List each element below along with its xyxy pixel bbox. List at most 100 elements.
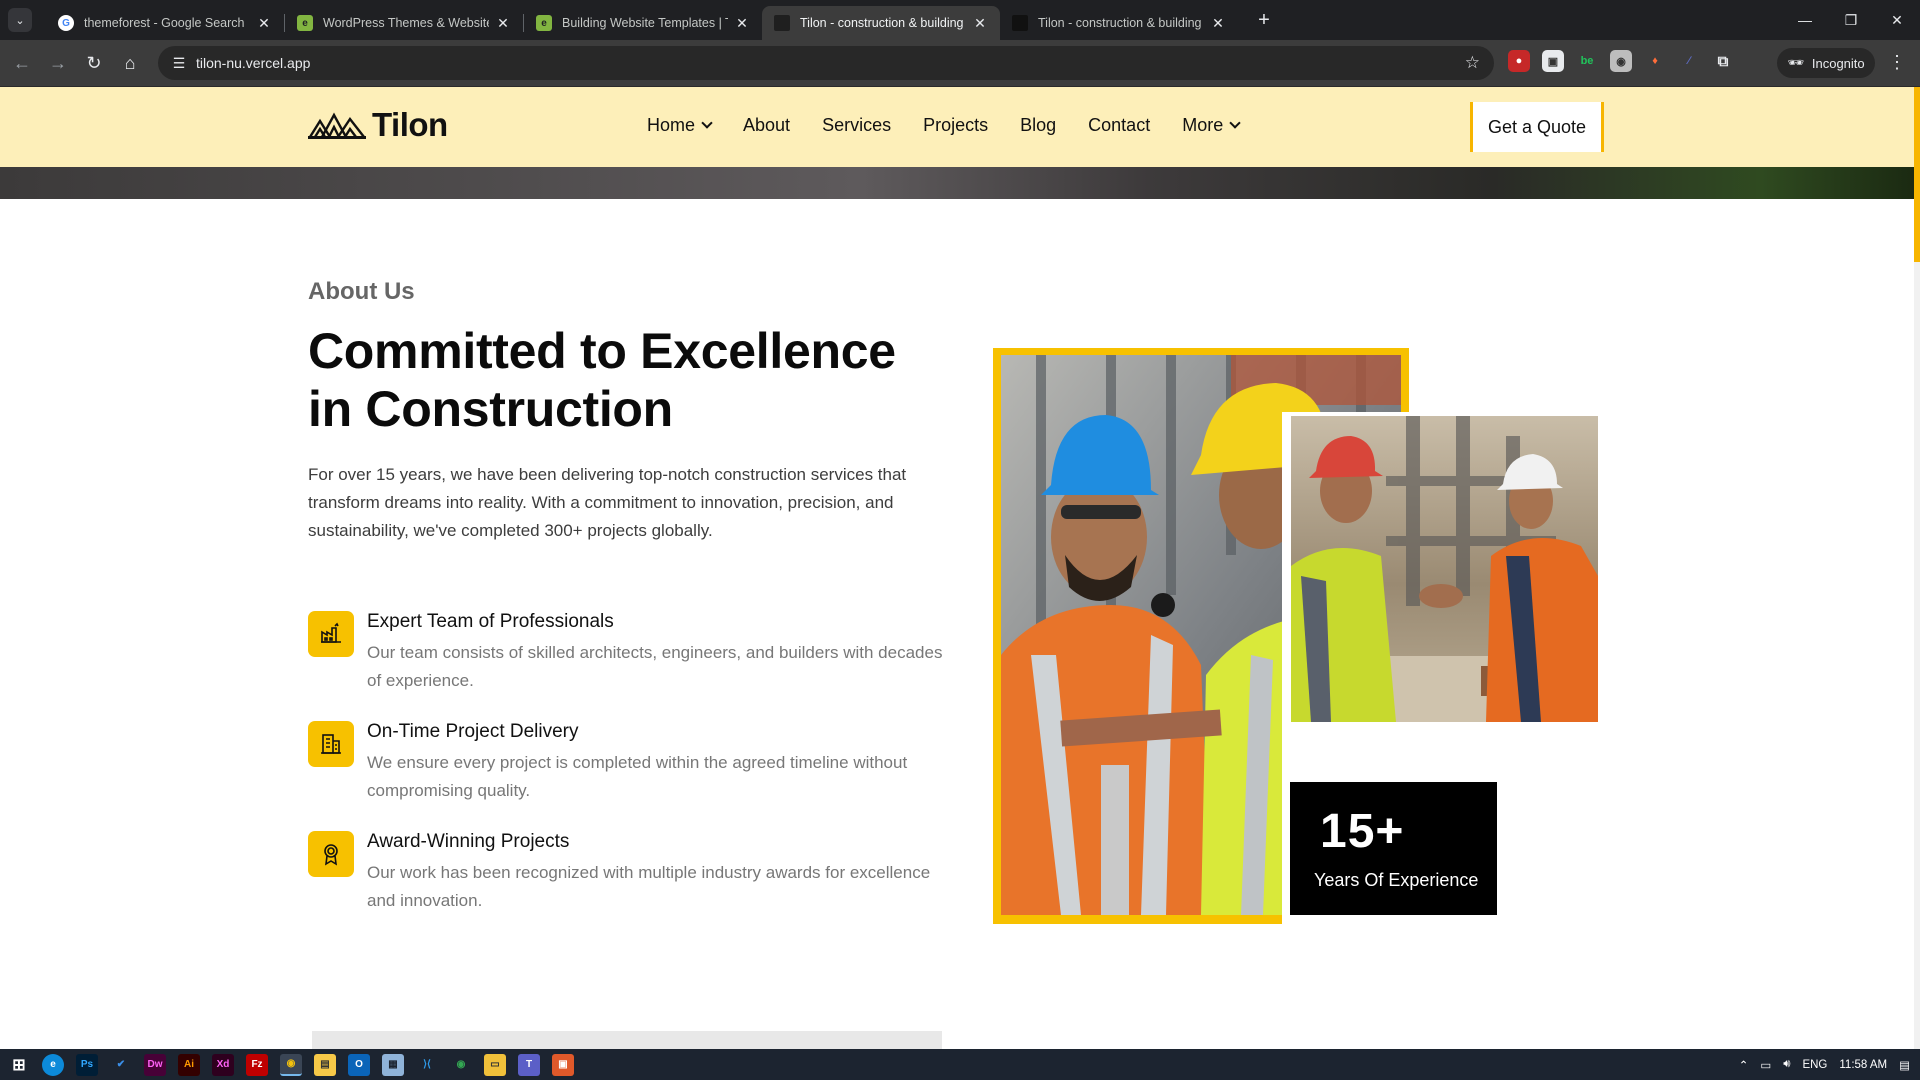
vscode-icon[interactable]: ⟩⟨ (416, 1054, 438, 1076)
photoshop-icon[interactable]: Ps (76, 1053, 98, 1076)
extension-icon[interactable]: be (1576, 50, 1598, 72)
clock[interactable]: 11:58 AM (1839, 1059, 1887, 1071)
tab-search-dropdown-icon[interactable]: ⌄ (8, 8, 32, 32)
edge-icon[interactable]: e (42, 1053, 64, 1076)
nav-label: More (1182, 115, 1224, 135)
extensions-area: ● ▣ be ◉ ♦ ∕ ⧉ (1508, 50, 1734, 72)
title-line: in Construction (308, 381, 673, 437)
file-explorer-icon[interactable]: ▭ (484, 1053, 506, 1076)
incognito-label: Incognito (1811, 55, 1865, 71)
scrollbar-thumb[interactable] (1914, 87, 1920, 262)
address-bar[interactable]: ☰ tilon-nu.vercel.app ☆ (158, 46, 1494, 80)
chevron-up-icon[interactable]: ⌃ (1739, 1058, 1749, 1072)
network-icon[interactable]: ▭ (1760, 1058, 1771, 1072)
illustrator-icon[interactable]: Ai (178, 1053, 200, 1076)
notifications-icon[interactable]: ▤ (1899, 1058, 1910, 1072)
outlook-icon[interactable]: O (348, 1053, 370, 1076)
camera-icon[interactable]: ◉ (1610, 50, 1632, 72)
puzzle-icon[interactable]: ⧉ (1712, 50, 1734, 72)
notes-icon[interactable]: ▤ (314, 1053, 336, 1076)
close-tab-icon[interactable]: ✕ (734, 15, 750, 32)
app-icon[interactable]: ▣ (552, 1053, 574, 1076)
restore-icon[interactable]: ❐ (1828, 0, 1874, 40)
section-description: For over 15 years, we have been deliveri… (308, 465, 907, 540)
notepad-icon[interactable]: ▦ (382, 1053, 404, 1076)
nav-more[interactable]: More (1182, 115, 1241, 136)
todo-icon[interactable]: ✔ (110, 1054, 132, 1076)
extension-icon[interactable]: ∕ (1678, 50, 1700, 72)
forward-arrow-icon[interactable]: → (40, 45, 76, 81)
browser-tab[interactable]: e Building Website Templates | Th ✕ (524, 6, 762, 40)
main-navigation: Home About Services Projects Blog Contac… (647, 115, 1241, 136)
dreamweaver-icon[interactable]: Dw (144, 1053, 166, 1076)
title-line: Committed to Excellence (308, 323, 896, 379)
site-logo[interactable]: Tilon (308, 106, 448, 144)
factory-icon (308, 611, 354, 657)
page-viewport: Tilon Home About Services Projects Blog … (0, 87, 1920, 1049)
minimize-icon[interactable]: — (1782, 0, 1828, 40)
reload-icon[interactable]: ↻ (76, 45, 112, 81)
browser-tab-active[interactable]: Tilon - construction & building ✕ (762, 6, 1000, 40)
extension-icon[interactable]: ● (1508, 50, 1530, 72)
browser-tab[interactable]: G themeforest - Google Search ✕ (46, 6, 284, 40)
bookmark-star-icon[interactable]: ☆ (1465, 53, 1480, 73)
browser-tab[interactable]: Tilon - construction & building ✕ (1000, 6, 1238, 40)
page-scrollbar[interactable] (1914, 87, 1920, 1049)
back-arrow-icon[interactable]: ← (4, 45, 40, 81)
envato-icon: e (536, 15, 552, 31)
chrome-alt-icon[interactable]: ◉ (450, 1054, 472, 1076)
close-tab-icon[interactable]: ✕ (1210, 15, 1226, 32)
windows-start-icon[interactable]: ⊞ (8, 1054, 30, 1076)
envato-icon: e (297, 15, 313, 31)
nav-label: Blog (1020, 115, 1057, 135)
nav-services[interactable]: Services (822, 115, 891, 136)
nav-label: Contact (1088, 115, 1151, 135)
new-tab-button[interactable]: + (1250, 9, 1278, 32)
incognito-indicator[interactable]: 🕶 Incognito (1777, 48, 1875, 78)
teams-icon[interactable]: T (518, 1053, 540, 1076)
site-settings-icon[interactable]: ☰ (162, 55, 196, 72)
feature-title: Expert Team of Professionals (367, 611, 614, 632)
hero-image-bottom (0, 167, 1914, 199)
nav-home[interactable]: Home (647, 115, 713, 136)
feature-description: Our team consists of skilled architects,… (367, 643, 943, 690)
home-icon[interactable]: ⌂ (112, 45, 148, 81)
stat-number: 15+ (1320, 805, 1405, 858)
nav-contact[interactable]: Contact (1088, 115, 1150, 136)
feature-description: We ensure every project is completed wit… (367, 753, 908, 800)
close-window-icon[interactable]: ✕ (1874, 0, 1920, 40)
nav-projects[interactable]: Projects (923, 115, 988, 136)
extension-icon[interactable]: ♦ (1644, 50, 1666, 72)
tab-title: themeforest - Google Search (84, 16, 245, 30)
filezilla-icon[interactable]: Fz (246, 1053, 268, 1076)
section-kicker: About Us (308, 278, 415, 305)
award-icon (308, 831, 354, 877)
extension-icon[interactable]: ▣ (1542, 50, 1564, 72)
tab-title: Tilon - construction & building (800, 16, 964, 30)
site-header: Tilon Home About Services Projects Blog … (0, 87, 1914, 167)
url-text[interactable]: tilon-nu.vercel.app (196, 55, 310, 71)
browser-tab[interactable]: e WordPress Themes & Website T ✕ (285, 6, 523, 40)
building-icon (308, 721, 354, 767)
get-a-quote-button[interactable]: Get a Quote (1470, 102, 1604, 152)
nav-blog[interactable]: Blog (1020, 115, 1056, 136)
tab-title: Building Website Templates | Th (562, 16, 728, 30)
browser-menu-icon[interactable]: ⋮ (1888, 52, 1906, 73)
nav-label: Home (647, 115, 696, 135)
chrome-icon[interactable]: ◉ (280, 1053, 302, 1076)
close-tab-icon[interactable]: ✕ (495, 15, 511, 32)
volume-icon[interactable]: 🔊︎ (1783, 1058, 1790, 1071)
nav-about[interactable]: About (743, 115, 790, 136)
close-tab-icon[interactable]: ✕ (972, 15, 988, 32)
language-indicator[interactable]: ENG (1802, 1059, 1827, 1071)
chevron-down-icon (1229, 117, 1241, 129)
adobe-xd-icon[interactable]: Xd (212, 1053, 234, 1076)
feature-title: Award-Winning Projects (367, 831, 570, 852)
stat-label: Years Of Experience (1314, 870, 1479, 890)
section-title: Committed to Excellence in Construction (308, 322, 968, 438)
browser-toolbar: ← → ↻ ⌂ ☰ tilon-nu.vercel.app ☆ ● ▣ be ◉… (0, 40, 1920, 87)
close-tab-icon[interactable]: ✕ (256, 15, 272, 32)
workers-photo-handshake (1291, 416, 1598, 722)
nav-label: About (743, 115, 791, 135)
browser-tab-bar: ⌄ G themeforest - Google Search ✕ e Word… (0, 0, 1920, 40)
